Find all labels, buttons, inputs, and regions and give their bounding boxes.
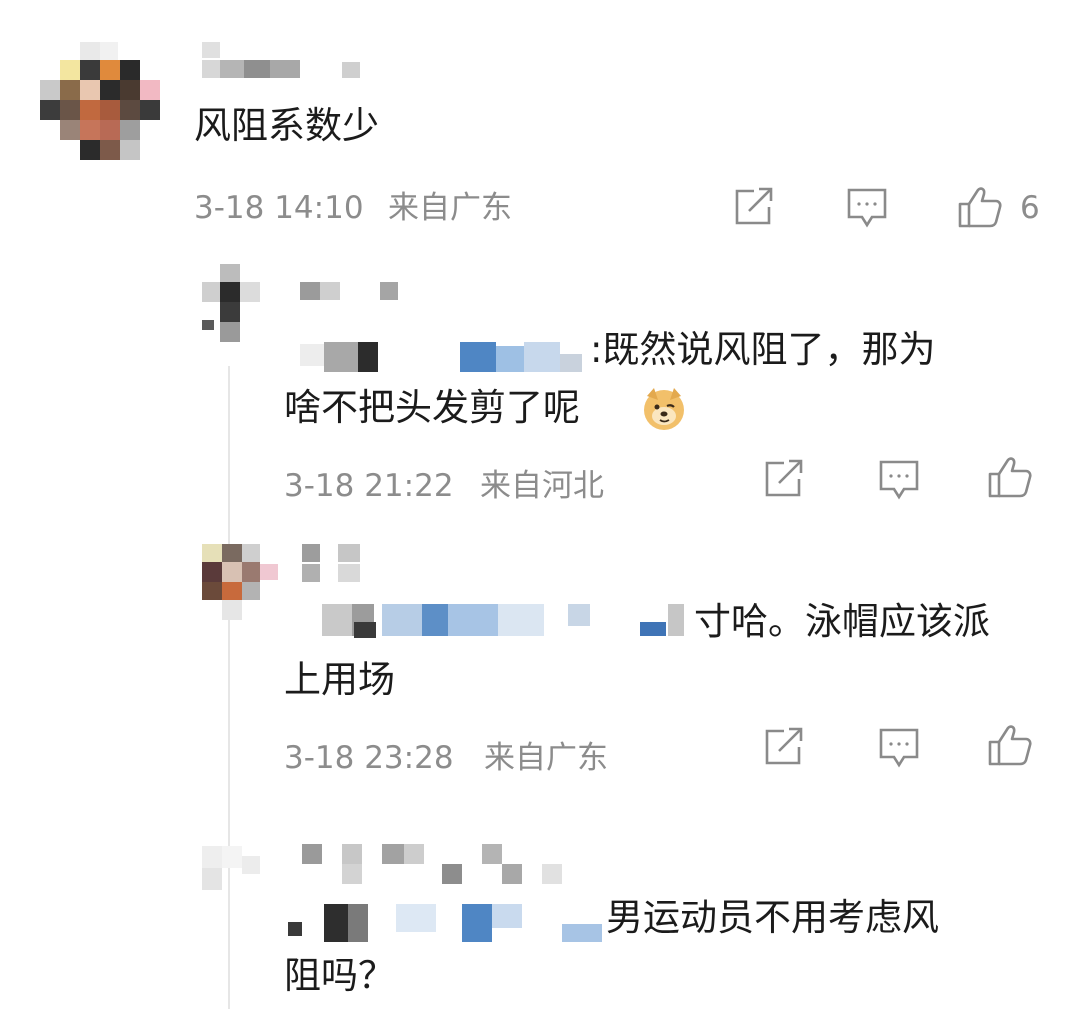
thumbs-up-icon[interactable] bbox=[956, 184, 1004, 230]
comment-icon[interactable] bbox=[876, 726, 922, 770]
comment-location: 来自广东 bbox=[388, 190, 512, 226]
share-icon[interactable] bbox=[762, 458, 806, 500]
avatar[interactable] bbox=[198, 540, 288, 624]
avatar[interactable] bbox=[38, 40, 168, 180]
reply-text-line1: :既然说风阻了，那为 bbox=[590, 328, 936, 371]
share-icon[interactable] bbox=[732, 186, 776, 228]
comment-icon[interactable] bbox=[844, 186, 890, 230]
thread-line bbox=[228, 366, 230, 1009]
reply-text-line2: 阻吗？ bbox=[284, 954, 395, 997]
like-count: 6 bbox=[1020, 190, 1040, 226]
reply-text-line2: 啥不把头发剪了呢 bbox=[284, 386, 580, 429]
avatar[interactable] bbox=[198, 842, 278, 902]
comment-text: 风阻系数少 bbox=[194, 104, 379, 147]
avatar[interactable] bbox=[198, 262, 298, 344]
comment-time: 3-18 14:10 bbox=[194, 190, 364, 226]
doge-emoji bbox=[640, 384, 688, 436]
reply-time: 3-18 21:22 bbox=[284, 468, 454, 504]
thumbs-up-icon[interactable] bbox=[986, 454, 1034, 500]
reply-text-line1: 男运动员不用考虑风 bbox=[606, 896, 939, 939]
reply-time: 3-18 23:28 bbox=[284, 740, 454, 776]
reply-location: 来自广东 bbox=[484, 740, 608, 776]
reply-to-name[interactable] bbox=[318, 600, 708, 642]
reply-to-name[interactable] bbox=[296, 340, 596, 374]
username[interactable] bbox=[296, 280, 416, 304]
thumbs-up-icon[interactable] bbox=[986, 722, 1034, 768]
username[interactable] bbox=[298, 540, 388, 586]
username[interactable] bbox=[198, 40, 368, 86]
comment-icon[interactable] bbox=[876, 458, 922, 502]
username[interactable] bbox=[298, 842, 568, 888]
reply-text-line2: 上用场 bbox=[284, 658, 395, 701]
share-icon[interactable] bbox=[762, 726, 806, 768]
reply-location: 来自河北 bbox=[480, 468, 604, 504]
reply-text-line1: 寸哈。泳帽应该派 bbox=[694, 600, 990, 643]
reply-to-name[interactable] bbox=[286, 900, 606, 946]
